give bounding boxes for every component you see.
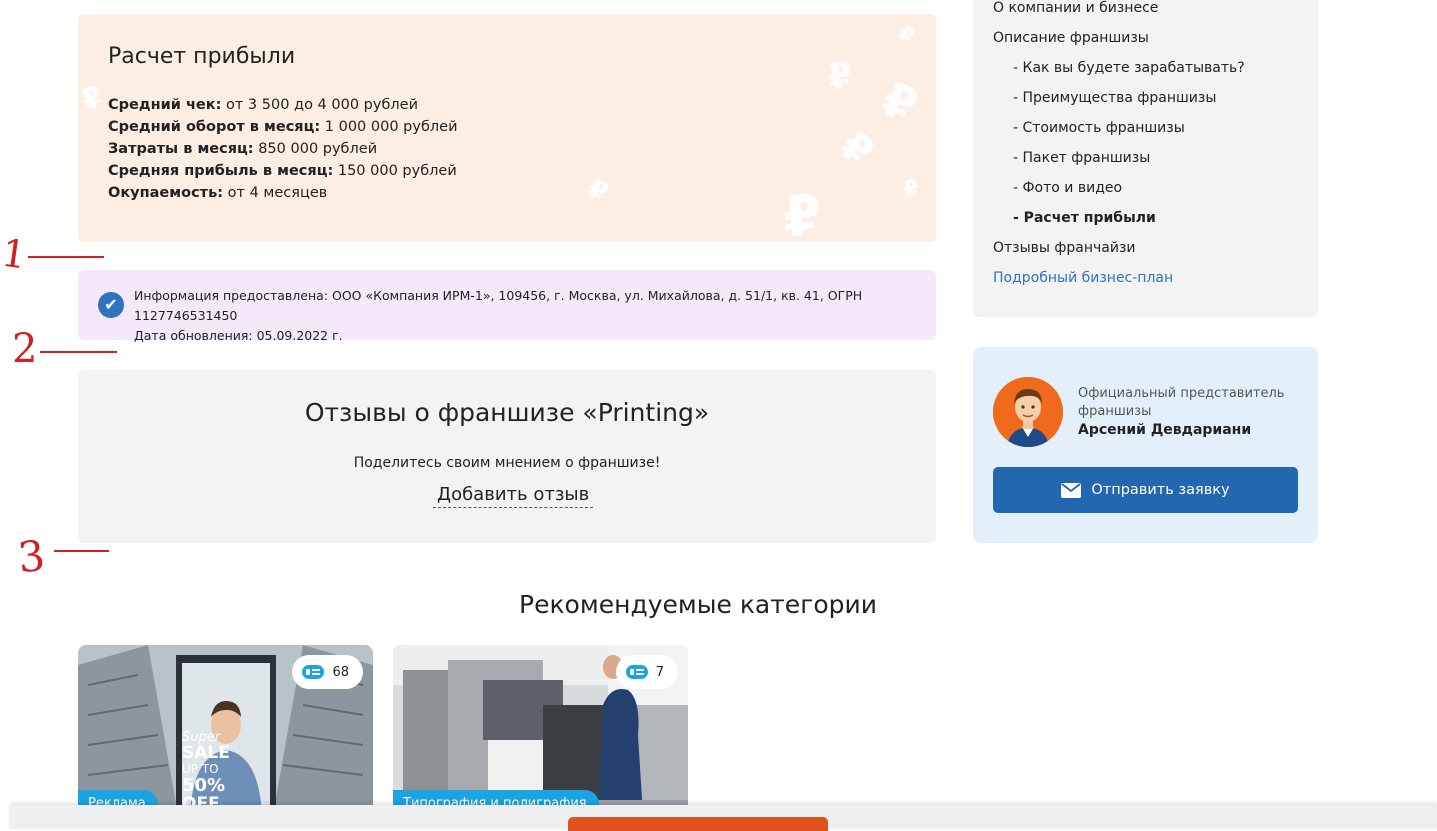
franchise-count-badge: 7 xyxy=(615,655,678,689)
representative-name: Арсений Девдариани xyxy=(1078,422,1252,438)
profit-row-value: от 3 500 до 4 000 рублей xyxy=(221,97,419,113)
profit-row: Затраты в месяц: 850 000 рублей xyxy=(108,138,458,160)
poster-text-upto: UP TO xyxy=(182,762,219,776)
info-updated: Дата обновления: 05.09.2022 г. xyxy=(134,328,343,343)
reviews-title: Отзывы о франшизе «Printing» xyxy=(304,398,710,427)
sidebar-nav: О компании и бизнесе Описание франшизы -… xyxy=(973,0,1318,317)
nav-item-reviews[interactable]: Отзывы франчайзи xyxy=(993,240,1136,256)
ruble-decor-icon: ₽ xyxy=(824,54,857,99)
profit-row: Средний оборот в месяц: 1 000 000 рублей xyxy=(108,116,458,138)
poster-text-sale: SALE xyxy=(182,743,230,763)
profit-row: Окупаемость: от 4 месяцев xyxy=(108,182,458,204)
reviews-share-text: Поделитесь своим мнением о франшизе! xyxy=(353,455,661,471)
profit-row: Средняя прибыль в месяц: 150 000 рублей xyxy=(108,160,458,182)
person-icon xyxy=(993,377,1063,447)
avatar xyxy=(993,377,1063,447)
profit-row-value: 150 000 рублей xyxy=(333,163,457,179)
profit-card: ₽ ₽ ₽ ₽ ₽ ₽ ₽ ₽ Расчет прибыли Средний ч… xyxy=(78,14,936,242)
profit-list: Средний чек: от 3 500 до 4 000 рублей Ср… xyxy=(108,94,458,204)
profit-row-label: Средний чек: xyxy=(108,97,222,113)
poster-text-percent: 50% xyxy=(182,775,225,796)
annotation-line-2 xyxy=(40,351,117,353)
representative-card: Официальный представитель франшизы Арсен… xyxy=(973,347,1318,543)
annotation-line-1 xyxy=(28,256,104,258)
ruble-decor-icon: ₽ xyxy=(78,78,111,119)
franchise-count: 7 xyxy=(655,664,664,680)
profit-row-label: Средняя прибыль в месяц: xyxy=(108,163,334,179)
nav-item-about[interactable]: О компании и бизнесе xyxy=(993,0,1158,16)
categories-title: Рекомендуемые категории xyxy=(519,590,877,619)
nav-item-package[interactable]: - Пакет франшизы xyxy=(1013,150,1150,166)
ruble-decor-icon: ₽ xyxy=(894,20,919,48)
nav-item-profit[interactable]: - Расчет прибыли xyxy=(1013,210,1156,226)
profit-row: Средний чек: от 3 500 до 4 000 рублей xyxy=(108,94,458,116)
info-provided: Информация предоставлена: ООО «Компания … xyxy=(134,288,863,323)
nav-item-business-plan[interactable]: Подробный бизнес-план xyxy=(993,270,1173,286)
profit-row-label: Окупаемость: xyxy=(108,185,224,201)
id-card-icon xyxy=(302,665,325,679)
representative-role: Официальный представитель франшизы xyxy=(1078,386,1285,419)
profit-row-label: Средний оборот в месяц: xyxy=(108,119,321,135)
ruble-decor-icon: ₽ xyxy=(874,70,925,136)
profit-row-value: от 4 месяцев xyxy=(223,185,328,201)
category-card-advertising[interactable]: Super SALE UP TO 50% OFF 68 Реклама xyxy=(78,645,373,815)
franchise-count: 68 xyxy=(332,664,349,680)
category-card-printing[interactable]: 7 Типография и полиграфия xyxy=(393,645,688,815)
ruble-decor-icon: ₽ xyxy=(582,171,614,210)
franchise-count-badge: 68 xyxy=(292,655,363,689)
ruble-decor-icon: ₽ xyxy=(780,182,825,242)
nav-item-earnings[interactable]: - Как вы будете зарабатывать? xyxy=(1013,60,1245,76)
nav-item-media[interactable]: - Фото и видео xyxy=(1013,180,1122,196)
check-icon: ✔ xyxy=(98,292,124,318)
envelope-icon xyxy=(1061,482,1082,498)
profit-title: Расчет прибыли xyxy=(108,44,296,69)
id-card-icon xyxy=(625,665,648,679)
annotation-3: 3 xyxy=(15,530,48,583)
add-review-link[interactable]: Добавить отзыв xyxy=(433,484,594,508)
info-text: Информация предоставлена: ООО «Компания … xyxy=(134,286,936,346)
profit-row-label: Затраты в месяц: xyxy=(108,141,254,157)
reviews-block: Отзывы о франшизе «Printing» Поделитесь … xyxy=(78,370,936,543)
annotation-line-3 xyxy=(54,550,109,552)
nav-item-description[interactable]: Описание франшизы xyxy=(993,30,1149,46)
annotation-2: 2 xyxy=(12,326,38,372)
ruble-decor-icon: ₽ xyxy=(832,122,882,176)
annotation-1: 1 xyxy=(0,230,30,278)
ruble-decor-icon: ₽ xyxy=(900,175,923,204)
nav-item-advantages[interactable]: - Преимущества франшизы xyxy=(1013,90,1216,106)
profit-row-value: 1 000 000 рублей xyxy=(320,119,458,135)
info-block: ✔ Информация предоставлена: ООО «Компани… xyxy=(78,270,936,343)
send-request-label: Отправить заявку xyxy=(1091,482,1230,498)
nav-item-cost[interactable]: - Стоимость франшизы xyxy=(1013,120,1185,136)
send-request-button[interactable]: Отправить заявку xyxy=(993,467,1298,513)
profit-row-value: 850 000 рублей xyxy=(253,141,378,157)
